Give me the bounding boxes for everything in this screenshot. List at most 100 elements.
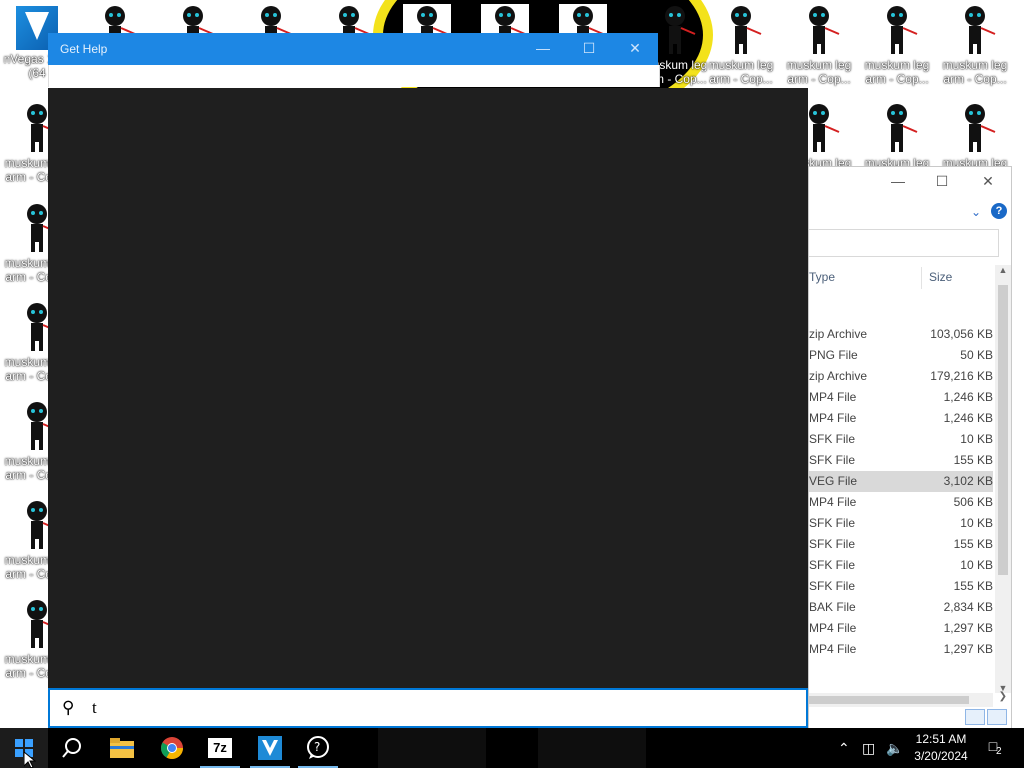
file-size: 1,246 KB (943, 411, 993, 425)
desktop-icon-label: muskum leg arm - Cop... (786, 58, 852, 86)
vegas-icon (258, 736, 282, 760)
desktop-icon-label: muskum leg arm - Cop... (864, 58, 930, 86)
file-row[interactable]: SFK File 10 KB (809, 513, 993, 534)
start-search-results-panel (48, 88, 808, 688)
file-size: 10 KB (960, 516, 993, 530)
minimize-icon[interactable]: — (887, 173, 909, 189)
file-type: MP4 File (809, 495, 857, 509)
scroll-up-icon[interactable]: ▲ (995, 265, 1011, 275)
file-size: 1,297 KB (943, 621, 993, 635)
taskbar: 7z ? ⌃ ◫ 🔈 12:51 AM 3/20/2024 □ 2 (0, 728, 1024, 768)
file-size: 50 KB (960, 348, 993, 362)
get-help-icon: ? (307, 736, 329, 759)
desktop-icon-stick[interactable]: muskum leg arm - Cop... (938, 0, 1012, 92)
file-type: SFK File (809, 432, 856, 446)
file-size: 155 KB (953, 537, 993, 551)
explorer-file-list: zip Archive 103,056 KB PNG File 50 KB zip Ar… (809, 324, 993, 660)
volume-muted-icon[interactable]: 🔈 (886, 740, 903, 757)
taskbar-file-explorer[interactable] (98, 728, 146, 768)
file-row[interactable]: PNG File 50 KB (809, 345, 993, 366)
file-explorer-icon (110, 738, 134, 758)
maximize-icon[interactable]: ☐ (931, 173, 953, 190)
file-type: SFK File (809, 579, 856, 593)
file-row[interactable]: MP4 File 1,297 KB (809, 639, 993, 660)
minimize-icon[interactable]: — (532, 40, 554, 56)
get-help-titlebar[interactable]: Get Help — ☐ ✕ (48, 33, 658, 65)
file-type: zip Archive (809, 327, 868, 341)
explorer-ribbon: ⌄ ? (809, 201, 1011, 225)
close-icon[interactable]: ✕ (977, 173, 999, 190)
file-size: 155 KB (953, 579, 993, 593)
taskbar-vegas[interactable] (246, 728, 294, 768)
scrollbar-thumb[interactable] (809, 696, 969, 704)
file-size: 179,216 KB (930, 369, 993, 383)
file-row[interactable]: SFK File 10 KB (809, 429, 993, 450)
file-row[interactable]: SFK File 155 KB (809, 534, 993, 555)
file-row[interactable]: zip Archive 179,216 KB (809, 366, 993, 387)
file-row[interactable]: SFK File 155 KB (809, 576, 993, 597)
file-row[interactable]: SFK File 155 KB (809, 450, 993, 471)
desktop: nVegas 14.0 (64 muskum leg arm - Cop... … (0, 0, 1024, 728)
desktop-icon-stick[interactable]: muskum leg arm - Cop... (704, 0, 778, 92)
close-icon[interactable]: ✕ (624, 40, 646, 57)
desktop-icon-label: muskum leg arm - Cop... (708, 58, 774, 86)
scroll-right-icon[interactable]: ❯ (999, 691, 1007, 702)
stick-figure-icon (795, 4, 843, 56)
stick-figure-icon (873, 102, 921, 154)
file-size: 1,297 KB (943, 642, 993, 656)
chevron-up-icon[interactable]: ⌃ (838, 740, 850, 757)
horizontal-scrollbar[interactable]: ❯ (809, 691, 1007, 707)
start-search-input[interactable] (90, 696, 794, 720)
file-size: 3,102 KB (943, 474, 993, 488)
file-row[interactable]: BAK File 2,834 KB (809, 597, 993, 618)
file-row[interactable]: MP4 File 1,297 KB (809, 618, 993, 639)
explorer-column-headers: Type Size (809, 267, 993, 289)
desktop-icon-stick[interactable]: muskum leg arm - Cop... (860, 0, 934, 92)
explorer-search-input[interactable] (809, 229, 999, 257)
file-type: BAK File (809, 600, 856, 614)
stick-figure-icon (651, 4, 699, 56)
file-type: SFK File (809, 453, 856, 467)
file-type: SFK File (809, 516, 856, 530)
details-view-icon[interactable] (965, 709, 985, 725)
file-row[interactable]: SFK File 10 KB (809, 555, 993, 576)
taskbar-7zip[interactable]: 7z (196, 728, 244, 768)
taskbar-running-app[interactable] (378, 728, 486, 768)
stick-figure-icon (951, 4, 999, 56)
file-row[interactable]: MP4 File 1,246 KB (809, 387, 993, 408)
file-size: 506 KB (953, 495, 993, 509)
file-type: MP4 File (809, 621, 857, 635)
file-row[interactable]: VEG File 3,102 KB (809, 471, 993, 492)
file-row[interactable]: zip Archive 103,056 KB (809, 324, 993, 345)
stick-figure-icon (717, 4, 765, 56)
clock-time[interactable]: 12:51 AM (910, 732, 972, 746)
file-size: 155 KB (953, 453, 993, 467)
help-icon[interactable]: ? (991, 203, 1007, 219)
get-help-content (48, 65, 660, 87)
taskbar-search-button[interactable] (48, 728, 96, 768)
taskbar-running-app[interactable] (538, 728, 646, 768)
file-row[interactable]: MP4 File 1,246 KB (809, 408, 993, 429)
chevron-down-icon[interactable]: ⌄ (971, 205, 981, 219)
file-type: VEG File (809, 474, 858, 488)
start-search-box[interactable]: ⚲ (48, 688, 808, 728)
search-icon (62, 738, 81, 758)
window-title: Get Help (60, 42, 108, 56)
7zip-icon: 7z (208, 738, 232, 758)
file-type: SFK File (809, 558, 856, 572)
desktop-icon-stick[interactable]: muskum leg arm - Cop... (782, 0, 856, 92)
desktop-icon-label: muskum leg arm - Cop... (942, 58, 1008, 86)
taskbar-chrome[interactable] (148, 728, 196, 768)
column-header-type[interactable]: Type (809, 270, 835, 284)
maximize-icon[interactable]: ☐ (578, 40, 600, 57)
vertical-scrollbar[interactable]: ▲ ▼ (995, 265, 1011, 693)
network-icon[interactable]: ◫ (862, 740, 875, 757)
file-explorer-window[interactable]: — ☐ ✕ ⌄ ? Type Size zip Archive 103,056 K… (808, 166, 1012, 728)
column-header-size[interactable]: Size (929, 270, 952, 284)
clock-date[interactable]: 3/20/2024 (908, 749, 974, 763)
large-icons-view-icon[interactable] (987, 709, 1007, 725)
explorer-titlebar[interactable]: — ☐ ✕ (809, 167, 1011, 201)
taskbar-get-help[interactable]: ? (294, 728, 342, 768)
scrollbar-thumb[interactable] (998, 285, 1008, 575)
file-row[interactable]: MP4 File 506 KB (809, 492, 993, 513)
